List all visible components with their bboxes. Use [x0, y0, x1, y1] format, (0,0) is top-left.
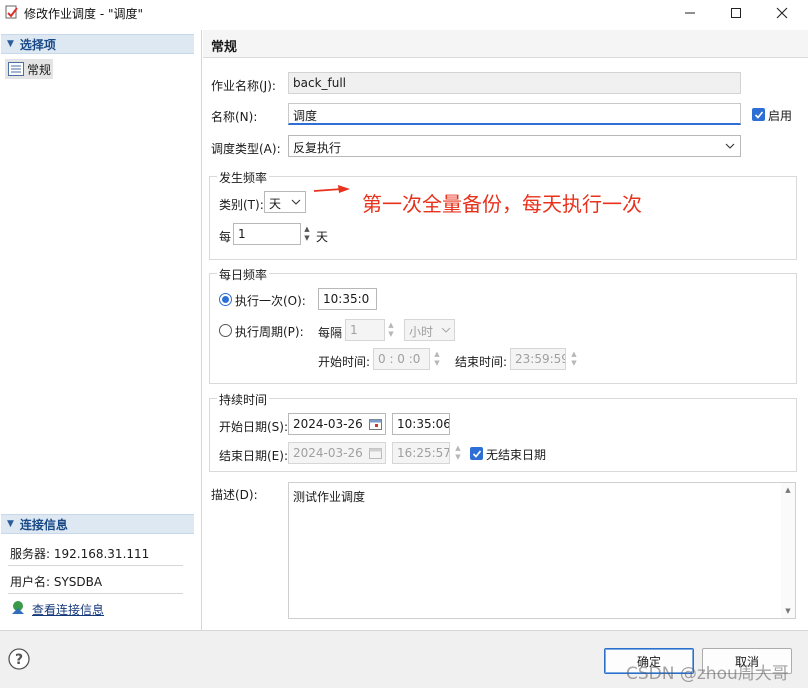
- category-select[interactable]: 天: [264, 191, 306, 213]
- left-panel: ▼ 选择项 常规 ▼ 连接信息 服务器: 192.168.31.111 用户名:…: [0, 30, 202, 630]
- chevron-down-icon: [441, 327, 451, 333]
- end-time-input[interactable]: 23:59:59: [510, 348, 566, 370]
- interval-input[interactable]: 1: [345, 319, 385, 341]
- interval-label: 每隔: [318, 326, 343, 340]
- end-date-value: 2024-03-26: [293, 446, 363, 460]
- duration-group-title: 持续时间: [217, 391, 270, 408]
- category-label: 类别(T):: [219, 198, 264, 212]
- section-header: 常规: [203, 30, 808, 58]
- watermark: CSDN @zhou周大哥: [626, 664, 789, 684]
- start-date-label: 开始日期(S):: [219, 420, 289, 434]
- job-name-label: 作业名称(J):: [211, 79, 276, 93]
- connection-icon: [12, 601, 24, 614]
- job-name-field: back_full: [288, 72, 741, 94]
- divider: [8, 593, 183, 594]
- view-connection-link[interactable]: 查看连接信息: [32, 601, 104, 618]
- chevron-down-icon: [291, 199, 301, 205]
- name-input[interactable]: 调度: [288, 103, 741, 125]
- once-time-input[interactable]: 10:35:0: [318, 288, 377, 310]
- checkmark-icon: [472, 449, 481, 458]
- start-date-value: 2024-03-26: [293, 417, 363, 431]
- enable-label: 启用: [768, 109, 793, 123]
- sidebar-item-general[interactable]: 常规: [5, 59, 53, 79]
- help-icon[interactable]: ?: [8, 648, 30, 670]
- end-date-label: 结束日期(E):: [219, 449, 288, 463]
- sidebar-item-label: 常规: [27, 62, 52, 77]
- user-info: 用户名: SYSDBA: [10, 575, 103, 589]
- spinner-icon[interactable]: ▲ ▼: [301, 223, 313, 245]
- enable-checkbox[interactable]: [752, 108, 765, 121]
- minimize-icon: [685, 12, 695, 14]
- name-label: 名称(N):: [211, 110, 258, 124]
- start-time-label: 开始时间:: [318, 355, 371, 369]
- conn-header-label: 连接信息: [19, 517, 68, 532]
- maximize-icon: [731, 8, 741, 18]
- category-value: 天: [269, 197, 282, 211]
- schedule-type-select[interactable]: 反复执行: [288, 135, 741, 157]
- server-info: 服务器: 192.168.31.111: [10, 547, 150, 561]
- end-date-input[interactable]: 2024-03-26: [288, 442, 386, 464]
- collapse-icon: ▼: [7, 519, 14, 529]
- start-time-of-date-input[interactable]: 10:35:06: [392, 413, 450, 435]
- periodic-label: 执行周期(P):: [235, 325, 304, 339]
- minimize-button[interactable]: [667, 0, 713, 26]
- spinner-icon[interactable]: ▲ ▼: [452, 442, 464, 464]
- start-time-input[interactable]: 0 : 0 :0: [373, 348, 430, 370]
- window-title: 修改作业调度 - "调度": [24, 7, 143, 21]
- close-button[interactable]: [759, 0, 805, 26]
- options-header-label: 选择项: [19, 37, 56, 52]
- options-section-header[interactable]: ▼ 选择项: [1, 34, 194, 54]
- every-stepper[interactable]: 1: [233, 223, 301, 245]
- annotation-text: 第一次全量备份，每天执行一次: [362, 192, 642, 216]
- checkmark-icon: [754, 110, 763, 119]
- start-date-input[interactable]: 2024-03-26: [288, 413, 386, 435]
- scrollbar[interactable]: ▲ ▼: [781, 483, 795, 618]
- spinner-icon[interactable]: ▲ ▼: [385, 319, 397, 341]
- calendar-icon[interactable]: [369, 447, 382, 459]
- title-bar: 修改作业调度 - "调度": [0, 0, 808, 26]
- description-value: 测试作业调度: [293, 490, 366, 504]
- maximize-button[interactable]: [713, 0, 759, 26]
- chevron-down-icon: [725, 143, 735, 149]
- close-icon: [776, 7, 788, 19]
- interval-unit-select[interactable]: 小时: [404, 319, 455, 341]
- once-radio[interactable]: [219, 293, 232, 306]
- end-time-label: 结束时间:: [455, 355, 508, 369]
- interval-unit-value: 小时: [409, 325, 434, 339]
- periodic-radio[interactable]: [219, 324, 232, 337]
- description-textarea[interactable]: 测试作业调度 ▲ ▼: [288, 482, 796, 619]
- conn-section-header[interactable]: ▼ 连接信息: [1, 514, 194, 534]
- red-arrow-icon: [313, 185, 350, 193]
- description-label: 描述(D):: [211, 488, 258, 502]
- spinner-icon[interactable]: ▲ ▼: [568, 348, 580, 370]
- end-time-of-date-input[interactable]: 16:25:57: [392, 442, 450, 464]
- every-unit: 天: [316, 230, 329, 244]
- dm-app-icon: [5, 5, 18, 19]
- schedule-type-value: 反复执行: [293, 141, 342, 155]
- section-title: 常规: [211, 40, 238, 55]
- calendar-icon[interactable]: [369, 418, 382, 430]
- daily-group-title: 每日频率: [217, 266, 270, 283]
- list-icon: [8, 62, 24, 76]
- frequency-group-title: 发生频率: [217, 169, 270, 186]
- spinner-icon[interactable]: ▲ ▼: [431, 348, 443, 370]
- no-end-date-label: 无结束日期: [486, 448, 547, 462]
- no-end-date-checkbox[interactable]: [470, 447, 483, 460]
- schedule-type-label: 调度类型(A):: [211, 142, 281, 156]
- every-label: 每: [219, 230, 232, 244]
- divider: [8, 565, 183, 566]
- collapse-icon: ▼: [7, 39, 14, 49]
- once-label: 执行一次(O):: [235, 294, 306, 308]
- svg-text:?: ?: [15, 652, 23, 668]
